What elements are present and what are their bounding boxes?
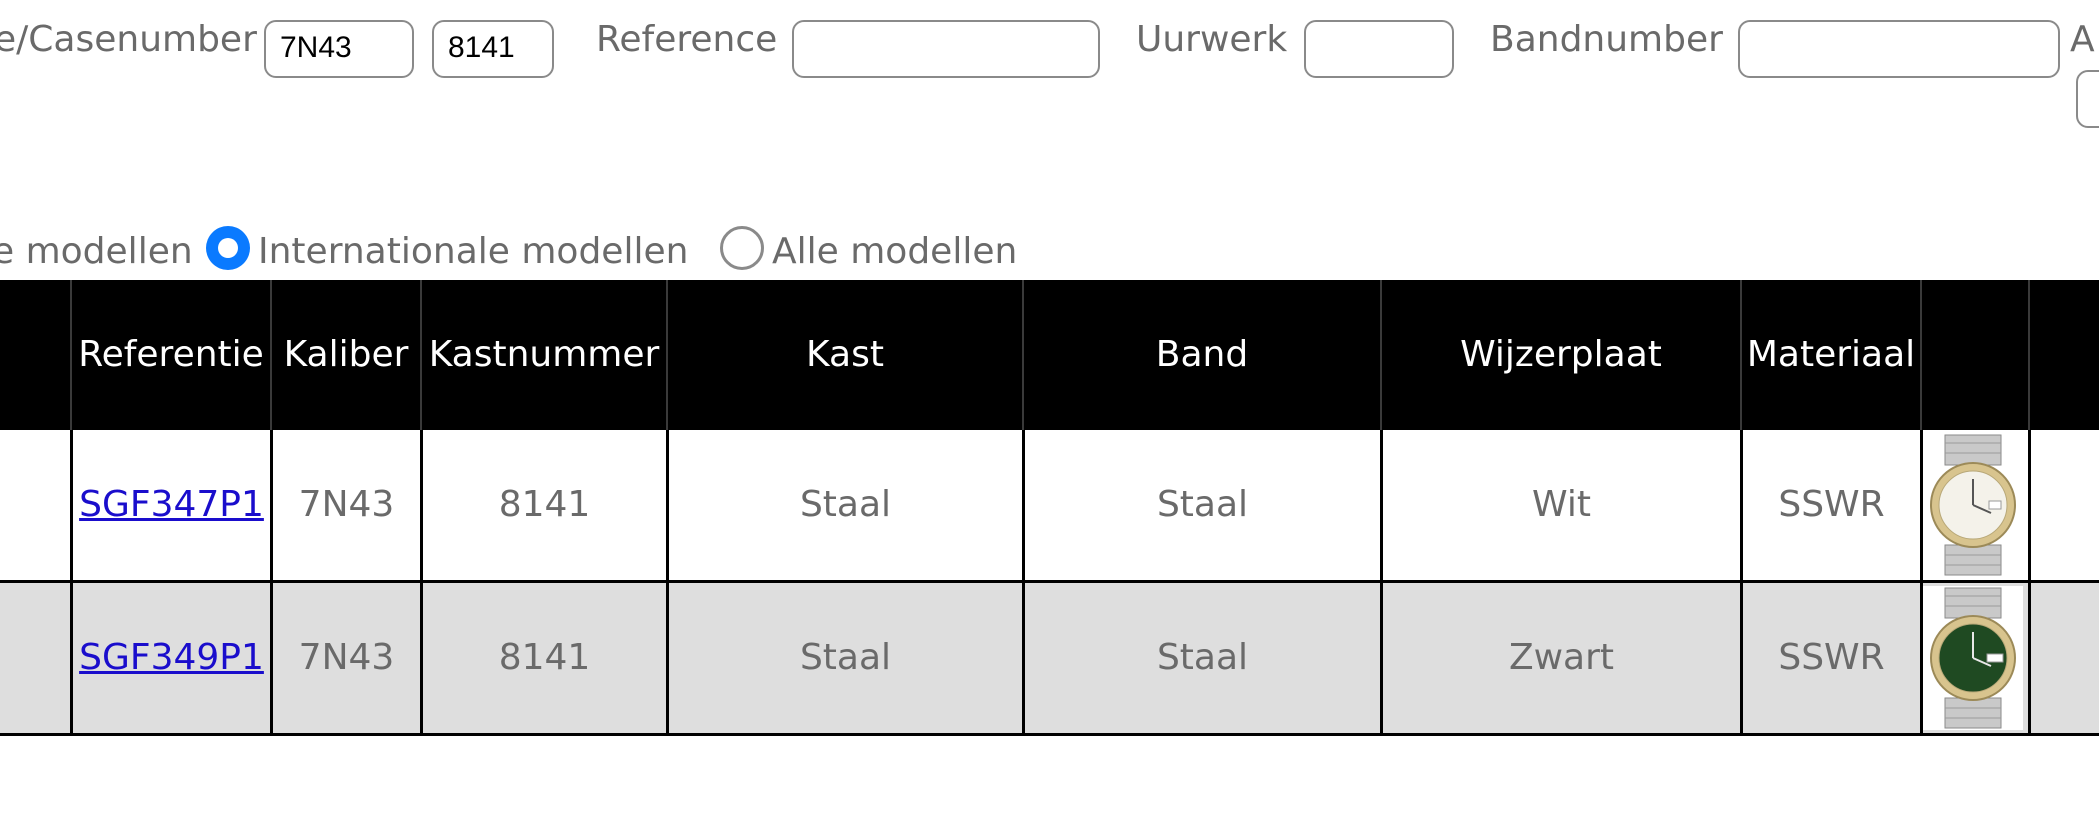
casenumber-input[interactable]: 8141 bbox=[432, 20, 554, 78]
cell-materiaal: SSWR bbox=[1778, 484, 1885, 525]
header-referentie[interactable]: Referentie bbox=[72, 280, 270, 430]
international-models-label[interactable]: Internationale modellen bbox=[258, 234, 688, 270]
cell-kastnummer: 8141 bbox=[498, 484, 591, 525]
watch-white-dial-thumbnail[interactable] bbox=[1923, 433, 2023, 577]
uurwerk-label: Uurwerk bbox=[1136, 19, 1288, 60]
casenumber-label: e/Casenumber bbox=[0, 19, 257, 60]
all-models-label[interactable]: Alle modellen bbox=[772, 234, 1017, 270]
table-header: Referentie Kaliber Kastnummer Kast Band … bbox=[0, 280, 2099, 430]
header-wijzerplaat[interactable]: Wijzerplaat bbox=[1382, 280, 1740, 430]
international-models-radio[interactable] bbox=[206, 226, 250, 270]
header-kastnummer[interactable]: Kastnummer bbox=[422, 280, 666, 430]
table-row: SGF347P1 7N43 8141 Staal Staal Wit SSWR bbox=[0, 430, 2099, 580]
bandnumber-label: Bandnumber bbox=[1490, 19, 1723, 60]
reference-input[interactable] bbox=[792, 20, 1100, 78]
reference-link[interactable]: SGF349P1 bbox=[79, 637, 264, 678]
reference-label: Reference bbox=[596, 19, 778, 60]
cell-kast: Staal bbox=[799, 484, 892, 525]
watch-green-dial-thumbnail[interactable] bbox=[1923, 586, 2023, 730]
cell-divider bbox=[2028, 583, 2031, 733]
cell-kaliber: 7N43 bbox=[298, 484, 395, 525]
cell-materiaal: SSWR bbox=[1778, 637, 1885, 678]
cell-wijzerplaat: Wit bbox=[1532, 484, 1591, 525]
local-models-label: e modellen bbox=[0, 231, 193, 272]
uurwerk-input[interactable] bbox=[1304, 20, 1454, 78]
watch-search-page: e/Casenumber 7N43 8141 Reference Uurwerk… bbox=[0, 0, 2099, 834]
cell-divider bbox=[2028, 430, 2031, 580]
extra-filter-label: A bbox=[2070, 19, 2095, 60]
header-image bbox=[1922, 280, 2028, 430]
cell-kast: Staal bbox=[799, 637, 892, 678]
header-kaliber[interactable]: Kaliber bbox=[272, 280, 420, 430]
header-extra[interactable]: J bbox=[2030, 280, 2099, 430]
extra-filter-input[interactable] bbox=[2076, 70, 2099, 128]
header-kast[interactable]: Kast bbox=[668, 280, 1022, 430]
all-models-radio[interactable] bbox=[720, 226, 764, 270]
cell-referentie: SGF349P1 bbox=[73, 583, 270, 733]
row-separator bbox=[0, 733, 2099, 736]
cell-referentie: SGF347P1 bbox=[73, 430, 270, 580]
table-row: SGF349P1 7N43 8141 Staal Staal Zwart SSW… bbox=[0, 583, 2099, 733]
cell-band: Staal bbox=[1156, 484, 1249, 525]
reference-link[interactable]: SGF347P1 bbox=[79, 484, 264, 525]
cell-kastnummer: 8141 bbox=[498, 637, 591, 678]
cell-wijzerplaat: Zwart bbox=[1508, 637, 1615, 678]
header-materiaal[interactable]: Materiaal bbox=[1742, 280, 1920, 430]
cell-band: Staal bbox=[1156, 637, 1249, 678]
caliber-input[interactable]: 7N43 bbox=[264, 20, 414, 78]
header-band[interactable]: Band bbox=[1024, 280, 1380, 430]
cell-kaliber: 7N43 bbox=[298, 637, 395, 678]
bandnumber-input[interactable] bbox=[1738, 20, 2060, 78]
